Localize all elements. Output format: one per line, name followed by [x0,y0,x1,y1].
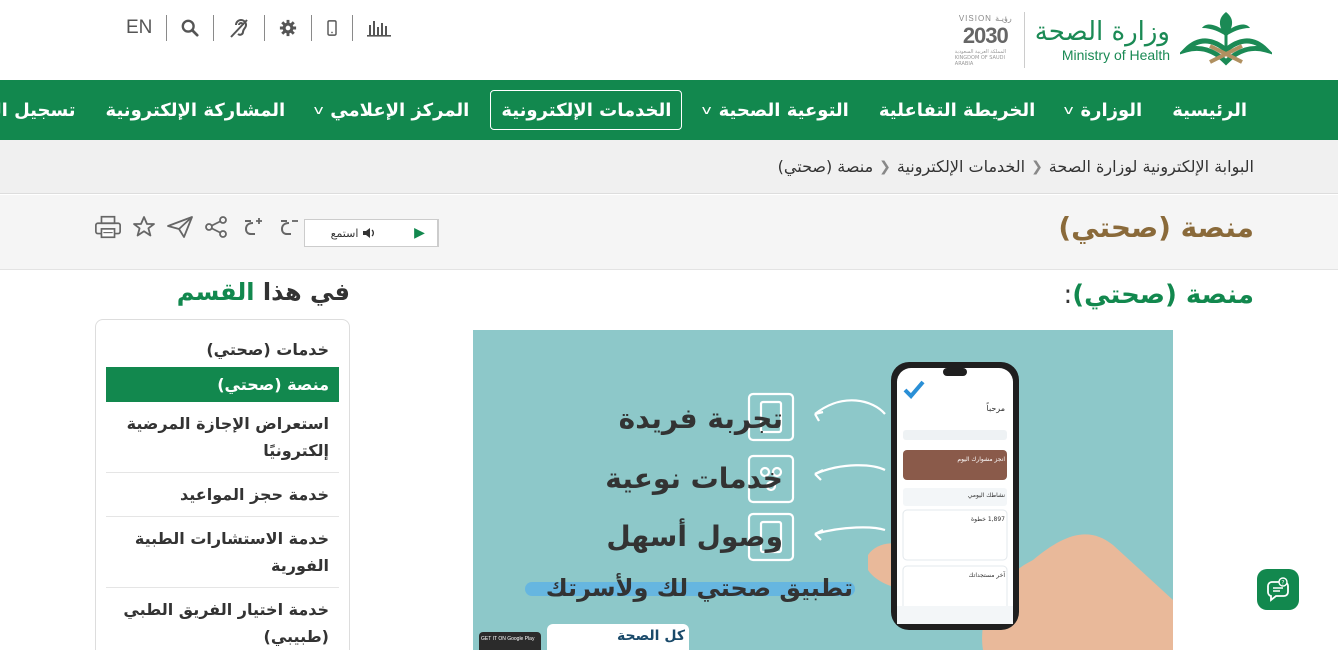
share-icon[interactable] [202,213,230,241]
nav-item-health-awareness[interactable]: التوعية الصحية v [688,90,863,130]
nav-item-interactive-map[interactable]: الخريطة التفاعلية [864,90,1050,130]
breadcrumb: البوابة الإلكترونية لوزارة الصحة ❮ الخدم… [0,140,1338,194]
hearing-assist-icon[interactable] [213,15,264,41]
moh-emblem-icon [1180,12,1272,66]
moh-english-name: Ministry of Health [1061,47,1170,63]
nav-label: المشاركة الإلكترونية [105,99,286,121]
language-toggle[interactable]: EN [118,15,166,41]
sidebar-item-sehhaty-platform[interactable]: منصة (صحتي) [106,367,339,402]
moh-wordmark: وزارة الصحة Ministry of Health [1035,17,1170,63]
font-decrease-icon[interactable] [274,213,302,241]
gear-icon[interactable] [264,15,311,41]
breadcrumb-link-portal[interactable]: البوابة الإلكترونية لوزارة الصحة [1049,157,1254,176]
phone-activity: نشاطك اليومي [967,492,1005,499]
breadcrumb-link-e-services[interactable]: الخدمات الإلكترونية [897,157,1025,176]
vision-subtitle: المملكة العربية السعودية KINGDOM OF SAUD… [954,48,1007,67]
nav-item-media-center[interactable]: المركز الإعلامي v [300,90,484,130]
vision-2030-logo: VISION رؤيـة 2030 المملكة العربية السعود… [955,12,1025,68]
nav-label: الوزارة [1080,99,1143,121]
sidebar-item-medical-team[interactable]: خدمة اختيار الفريق الطبي (طبيبي) [106,588,339,650]
chevron-down-icon: v [1063,103,1074,117]
moh-arabic-name: وزارة الصحة [1034,17,1170,47]
nav-label: الخدمات الإلكترونية [501,99,672,121]
vision-label: VISION رؤيـة [958,13,1012,23]
svg-text:?: ? [1281,579,1284,586]
nav-label: التوعية الصحية [718,99,849,121]
page-tools [94,213,302,241]
nav-item-e-participation[interactable]: المشاركة الإلكترونية [91,90,301,130]
google-play-badge[interactable]: GET IT ON Google Play [481,636,539,642]
phone-steps: 1,897 خطوة [971,516,1005,523]
content-title-text: منصة (صحتي) [1072,280,1254,310]
chevron-left-icon: ❮ [879,158,891,175]
phone-card: انجز مشوارك اليوم [957,456,1005,463]
nav-label: تسجيل الدخول [0,99,76,121]
chevron-left-icon: ❮ [1031,158,1043,175]
search-icon[interactable] [166,15,213,41]
nav-label: المركز الإعلامي [330,99,470,121]
nav-item-home[interactable]: الرئيسية [1157,90,1262,130]
nav-item-ministry[interactable]: الوزارة v [1050,90,1157,130]
top-bar: EN VISION رؤيـة 2030 المملكة العربية الس… [0,0,1338,80]
listen-player[interactable]: استمع ▶ [304,219,439,247]
send-icon[interactable] [166,213,194,241]
mobile-icon[interactable] [311,15,352,41]
play-icon[interactable]: ▶ [402,220,438,246]
section-sidebar: خدمات (صحتي) منصة (صحتي) استعراض الإجازة… [95,319,350,650]
breadcrumb-current: منصة (صحتي) [777,157,874,176]
sidebar-title: في هذا القسم [177,278,350,306]
chat-support-button[interactable]: ? [1257,569,1299,610]
content-title-colon: : [1063,280,1073,310]
ministry-logo[interactable]: VISION رؤيـة 2030 المملكة العربية السعود… [955,8,1272,72]
star-icon[interactable] [130,213,158,241]
nav-label: الرئيسية [1172,99,1247,121]
vision-year: 2030 [962,22,1009,48]
sehhaty-banner-image: تجربة فريدة خدمات نوعية وصول أسهل تطبيق … [473,330,1173,650]
sidebar-item-instant-consultations[interactable]: خدمة الاستشارات الطبية الفورية [106,517,339,588]
banner-illustration [473,330,1173,650]
speaker-icon [363,228,375,238]
sidebar-item-appointments[interactable]: خدمة حجز المواعيد [106,473,339,517]
content-title: منصة (صحتي): [1064,280,1254,310]
banner-bottom-text: كل الصحة [617,628,685,644]
phone-greeting: مرحباً [986,404,1006,413]
statistics-icon[interactable] [352,15,405,41]
main-nav: الرئيسية الوزارة v الخريطة التفاعلية التو… [0,80,1338,140]
listen-button[interactable]: استمع [305,227,402,240]
banner-tagline: تطبيق صحتي لك ولأسرتك [545,574,853,602]
sidebar-item-sehhaty-services[interactable]: خدمات (صحتي) [106,332,339,367]
chevron-down-icon: v [313,103,324,117]
phone-readings: آخر مستجداتك [968,572,1005,579]
banner-feature-3: وصول أسهل [606,520,783,553]
chevron-down-icon: v [702,103,712,117]
listen-label: استمع [330,226,359,240]
banner-feature-2: خدمات نوعية [605,462,783,495]
print-icon[interactable] [94,213,122,241]
utility-bar: EN [118,14,405,42]
nav-label: الخريطة التفاعلية [878,99,1036,121]
chat-bubble-icon: ? [1267,576,1289,602]
nav-item-e-services[interactable]: الخدمات الإلكترونية [490,90,683,130]
banner-feature-1: تجربة فريدة [618,402,783,435]
sidebar-item-sick-leave[interactable]: استعراض الإجازة المرضية إلكترونيًا [106,402,339,473]
sidebar-title-part-1: في هذا [262,278,350,306]
sidebar-title-part-2: القسم [176,278,255,306]
page-title: منصة (صحتي) [1058,211,1254,244]
font-increase-icon[interactable] [238,213,266,241]
nav-item-login[interactable]: تسجيل الدخول [0,90,91,130]
